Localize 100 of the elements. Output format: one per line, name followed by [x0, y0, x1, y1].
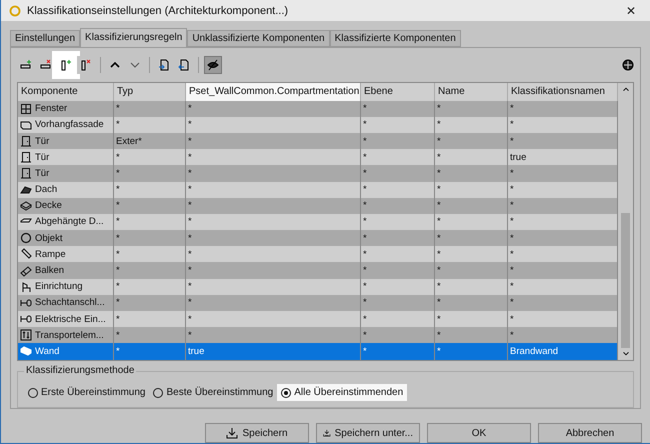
table-cell[interactable]: *	[361, 278, 435, 295]
table-cell[interactable]: *	[114, 100, 186, 117]
table-cell[interactable]: Brandwand	[508, 343, 618, 360]
scrollbar[interactable]	[618, 82, 633, 360]
table-cell[interactable]: *	[186, 214, 361, 230]
radio-button[interactable]	[28, 388, 38, 398]
table-cell[interactable]: *	[361, 246, 435, 262]
table-cell[interactable]: *	[186, 198, 361, 214]
radio-button[interactable]	[153, 388, 164, 398]
table-cell[interactable]: *	[435, 327, 508, 344]
table-cell[interactable]: Tür	[18, 149, 114, 166]
column-header[interactable]: Name	[435, 82, 508, 101]
close-button[interactable]: ✕	[620, 4, 642, 18]
scroll-thumb[interactable]	[621, 212, 630, 348]
table-cell[interactable]: *	[435, 230, 508, 246]
table-cell[interactable]: *	[361, 149, 435, 166]
table-cell[interactable]: *	[361, 214, 435, 230]
table-cell[interactable]: *	[361, 198, 435, 214]
table-cell[interactable]: *	[361, 230, 435, 246]
table-cell[interactable]: *	[508, 294, 618, 312]
table-cell[interactable]: Elektrische Ein...	[18, 311, 114, 328]
table-cell[interactable]: *	[114, 214, 186, 230]
table-cell[interactable]: *	[186, 182, 361, 198]
tab[interactable]: Klassifizierungsregeln	[80, 28, 188, 47]
table-cell[interactable]: *	[435, 100, 508, 117]
table-cell[interactable]: *	[186, 132, 361, 150]
table-cell[interactable]: *	[361, 100, 435, 117]
table-cell[interactable]: *	[508, 278, 618, 295]
table-cell[interactable]: *	[508, 100, 618, 117]
tab[interactable]: Einstellungen	[10, 30, 80, 47]
table-cell[interactable]: Schachtanschl...	[18, 294, 114, 312]
table-cell[interactable]: *	[186, 246, 361, 262]
column-header[interactable]: Klassifikationsnamen	[508, 82, 618, 101]
table-cell[interactable]: *	[361, 182, 435, 198]
table-cell[interactable]: *	[508, 132, 618, 150]
table-cell[interactable]: *	[361, 165, 435, 182]
table-cell[interactable]: *	[186, 230, 361, 246]
table-cell[interactable]: *	[361, 116, 435, 133]
table-cell[interactable]: true	[186, 343, 361, 360]
column-header[interactable]: Komponente	[18, 82, 114, 101]
table-cell[interactable]: *	[186, 327, 361, 344]
table-cell[interactable]: *	[186, 262, 361, 279]
table-cell[interactable]: Fenster	[18, 100, 114, 117]
table-cell[interactable]: Vorhangfassade	[18, 116, 114, 133]
table-cell[interactable]: *	[435, 294, 508, 312]
table-cell[interactable]: *	[435, 116, 508, 133]
table-cell[interactable]: *	[114, 116, 186, 133]
table-cell[interactable]: *	[186, 294, 361, 312]
tab[interactable]: Unklassifizierte Komponenten	[187, 30, 330, 47]
table-cell[interactable]: *	[361, 132, 435, 150]
table-cell[interactable]: Rampe	[18, 246, 114, 262]
dialog-button[interactable]: Speichern	[205, 423, 309, 443]
table-cell[interactable]: *	[114, 149, 186, 166]
table-cell[interactable]: Objekt	[18, 230, 114, 246]
table-cell[interactable]: *	[186, 149, 361, 166]
table-cell[interactable]: *	[114, 343, 186, 360]
table-cell[interactable]: *	[114, 294, 186, 312]
table-cell[interactable]: *	[435, 182, 508, 198]
table-cell[interactable]: *	[114, 278, 186, 295]
table-cell[interactable]: Tür	[18, 132, 114, 150]
dialog-button[interactable]: Abbrechen	[538, 423, 642, 443]
table-cell[interactable]: *	[361, 294, 435, 312]
column-header[interactable]: Pset_WallCommon.Compartmentation	[186, 82, 361, 101]
table-cell[interactable]: *	[508, 262, 618, 279]
table-cell[interactable]: *	[435, 343, 508, 360]
table-cell[interactable]: *	[114, 262, 186, 279]
table-cell[interactable]: Wand	[18, 343, 114, 360]
table-cell[interactable]: *	[114, 230, 186, 246]
table-cell[interactable]: *	[435, 165, 508, 182]
table-cell[interactable]: *	[508, 198, 618, 214]
table-cell[interactable]: *	[435, 132, 508, 150]
table-cell[interactable]: true	[508, 149, 618, 166]
table-cell[interactable]: Abgehängte D...	[18, 214, 114, 230]
radio-option[interactable]: Erste Übereinstimmung	[24, 384, 150, 401]
table-cell[interactable]: *	[435, 262, 508, 279]
table-cell[interactable]: Exter*	[114, 132, 186, 150]
table-cell[interactable]: *	[435, 214, 508, 230]
radio-button[interactable]	[281, 388, 292, 398]
table-cell[interactable]: *	[435, 311, 508, 328]
table-cell[interactable]: *	[435, 198, 508, 214]
table-cell[interactable]: *	[508, 311, 618, 328]
table-cell[interactable]: *	[435, 246, 508, 262]
column-header[interactable]: Typ	[114, 82, 186, 101]
table-cell[interactable]: *	[508, 230, 618, 246]
table-cell[interactable]: *	[114, 182, 186, 198]
table-cell[interactable]: *	[508, 165, 618, 182]
column-header[interactable]: Ebene	[361, 82, 435, 101]
table-cell[interactable]: Decke	[18, 198, 114, 214]
radio-option[interactable]: Beste Übereinstimmung	[149, 384, 278, 401]
table-cell[interactable]: *	[114, 311, 186, 328]
table-cell[interactable]: Tür	[18, 165, 114, 182]
table-cell[interactable]: *	[114, 165, 186, 182]
table-cell[interactable]: *	[508, 116, 618, 133]
tab[interactable]: Klassifizierte Komponenten	[330, 30, 461, 47]
table-cell[interactable]: *	[508, 246, 618, 262]
table-cell[interactable]: Einrichtung	[18, 278, 114, 295]
toolbar-button[interactable]	[204, 56, 222, 74]
table-cell[interactable]: *	[361, 311, 435, 328]
table-cell[interactable]: Balken	[18, 262, 114, 279]
table-cell[interactable]: *	[186, 278, 361, 295]
